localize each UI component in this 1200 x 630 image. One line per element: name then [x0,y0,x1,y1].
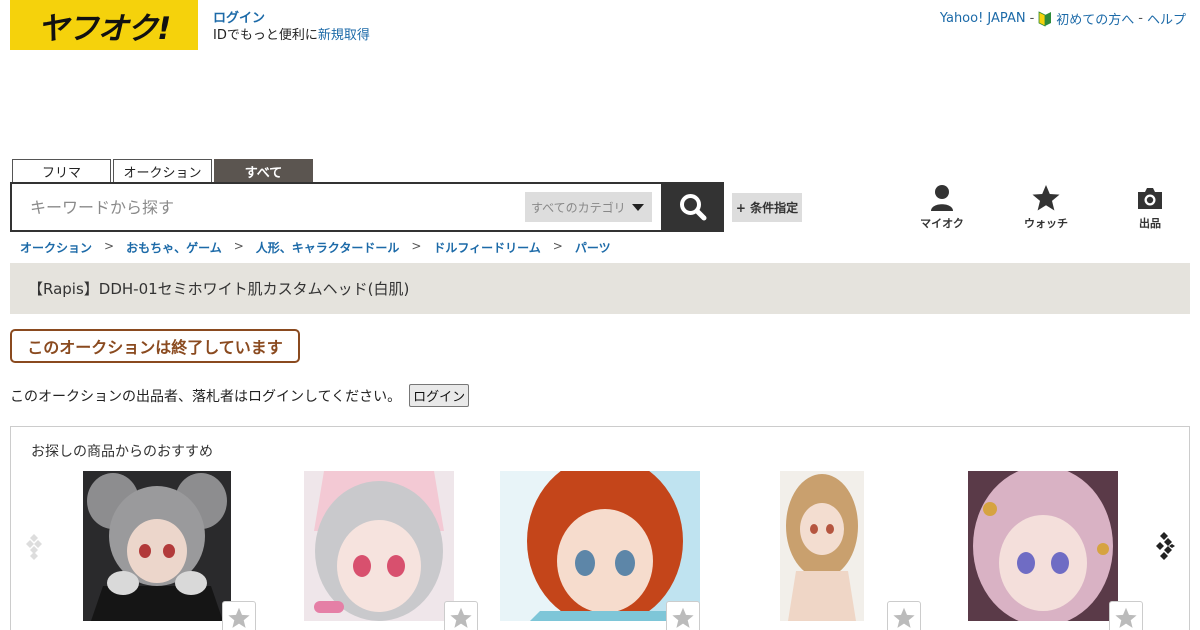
recommend-section: お探しの商品からのおすすめ [10,426,1190,630]
recommend-item[interactable] [968,471,1118,621]
login-box: ログイン IDでもっと便利に新規取得 [213,10,370,44]
tab-all[interactable]: すべて [214,159,313,182]
recommend-item[interactable] [304,471,454,621]
chevron-down-icon [632,204,644,211]
breadcrumb-separator: > [552,239,563,253]
item-title-bar: 【Rapis】DDH-01セミホワイト肌カスタムヘッド(白肌) [10,263,1190,314]
search-mode-tabs: フリマ オークション すべて [12,159,313,182]
recommend-title: お探しの商品からのおすすめ [31,444,213,460]
breadcrumb-separator: > [104,239,115,253]
carousel-next-icon[interactable] [1153,531,1175,561]
separator: - [1138,11,1143,26]
separator: - [1029,11,1035,26]
camera-icon [1138,188,1162,209]
tab-flea-market[interactable]: フリマ [12,159,111,182]
star-icon [1032,185,1060,211]
my-auction-link[interactable]: マイオク [890,184,994,231]
star-icon [228,607,250,628]
beginner-mark-icon [1038,10,1052,27]
recommend-item[interactable] [780,471,864,621]
star-icon [1115,607,1137,628]
search-icon [680,194,707,221]
breadcrumb-item[interactable]: おもちゃ、ゲーム [126,239,222,256]
recommend-item[interactable] [500,471,700,621]
login-notice-text: このオークションの出品者、落札者はログインしてください。 [10,388,402,405]
logo-text: ヤフオク! [37,10,172,47]
search-input[interactable] [30,194,510,220]
breadcrumb-item[interactable]: パーツ [575,239,611,256]
login-sub-text: IDでもっと便利に [213,28,318,43]
yahoo-japan-link[interactable]: Yahoo! JAPAN [940,11,1026,26]
person-icon [931,185,953,211]
watch-label: ウォッチ [1024,217,1068,230]
category-select-label: すべてのカテゴリ [531,200,626,215]
search-box: すべてのカテゴリ [10,182,663,232]
my-auction-label: マイオク [920,217,964,230]
carousel-prev-icon[interactable] [25,531,47,561]
login-link[interactable]: ログイン [213,10,370,27]
watch-star-button[interactable] [222,601,256,630]
help-link[interactable]: ヘルプ [1147,9,1186,28]
breadcrumb-item[interactable]: オークション [20,239,92,256]
yahuoku-logo[interactable]: ヤフオク! [10,0,198,50]
quick-links: マイオク ウォッチ 出品 [890,184,1200,231]
login-notice: このオークションの出品者、落札者はログインしてください。 ログイン [10,384,470,407]
breadcrumb-separator: > [233,239,244,253]
breadcrumb-separator: > [411,239,422,253]
item-image [968,471,1118,621]
login-button[interactable]: ログイン [409,384,470,407]
recommend-item[interactable] [83,471,231,621]
first-time-link[interactable]: 初めての方へ [1056,9,1134,28]
item-image [500,471,700,621]
tab-auction[interactable]: オークション [113,159,212,182]
top-right-links: Yahoo! JAPAN - 初めての方へ - ヘルプ [940,9,1186,28]
watch-star-button[interactable] [666,601,700,630]
category-select[interactable]: すべてのカテゴリ [525,192,652,222]
star-icon [450,607,472,628]
watch-star-button[interactable] [887,601,921,630]
signup-link[interactable]: 新規取得 [318,28,370,43]
breadcrumb: オークション > おもちゃ、ゲーム > 人形、キャラクタードール > ドルフィー… [20,239,611,256]
watch-star-button[interactable] [444,601,478,630]
item-image [83,471,231,621]
search-button[interactable] [662,182,724,232]
page-title: 【Rapis】DDH-01セミホワイト肌カスタムヘッド(白肌) [28,280,410,298]
item-image [304,471,454,621]
breadcrumb-item[interactable]: ドルフィードリーム [433,239,540,256]
star-icon [672,607,694,628]
breadcrumb-item[interactable]: 人形、キャラクタードール [256,239,400,256]
sell-link[interactable]: 出品 [1098,184,1200,231]
sell-label: 出品 [1139,217,1161,230]
item-image [780,471,864,621]
star-icon [893,607,915,628]
watch-link[interactable]: ウォッチ [994,184,1098,231]
condition-button[interactable]: + 条件指定 [732,193,802,222]
auction-ended-badge: このオークションは終了しています [10,329,300,363]
watch-star-button[interactable] [1109,601,1143,630]
